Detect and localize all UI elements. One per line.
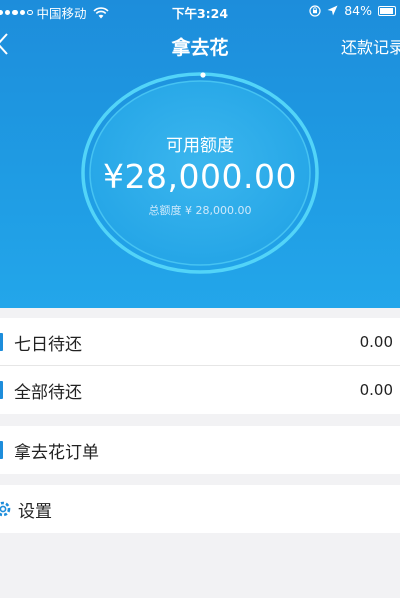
available-credit-amount: ¥28,000.00 [103, 157, 297, 196]
settings-label: 设置 [18, 501, 52, 522]
seven-day-due-value: 0.00 [359, 333, 393, 351]
battery-icon [378, 5, 396, 16]
row-marker [0, 381, 3, 399]
all-due-value: 0.00 [359, 381, 393, 399]
all-due-label: 全部待还 [14, 382, 82, 403]
list-item-orders[interactable]: 拿去花订单 [0, 426, 400, 474]
repayment-record-button[interactable]: 还款记录 [341, 34, 400, 58]
orders-group: 拿去花订单 [0, 426, 400, 474]
list-item-settings[interactable]: 设置 [0, 485, 400, 533]
gear-icon [0, 501, 11, 517]
row-marker [0, 441, 3, 459]
nav-bar: 拿去花 还款记录 [0, 28, 400, 62]
page-title: 拿去花 [171, 37, 229, 59]
settings-group: 设置 [0, 485, 400, 533]
available-credit-label: 可用额度 [166, 136, 234, 156]
orientation-lock-icon [309, 4, 321, 17]
seven-day-due-label: 七日待还 [14, 334, 82, 355]
orders-label: 拿去花订单 [14, 442, 99, 463]
total-credit-text: 总额度 ¥ 28,000.00 [148, 204, 252, 217]
credit-header: 中国移动 下午3:24 84% 拿去花 还款记录 可用额度 ¥28,000.00… [0, 0, 400, 308]
status-right: 84% [309, 3, 396, 18]
location-icon [327, 5, 338, 16]
list-item-all-due[interactable]: 全部待还 0.00 [0, 366, 400, 414]
list-item-seven-day-due[interactable]: 七日待还 0.00 [0, 318, 400, 366]
battery-percent: 84% [344, 3, 372, 18]
status-bar: 中国移动 下午3:24 84% [0, 0, 400, 22]
row-marker [0, 333, 3, 351]
due-group: 七日待还 0.00 全部待还 0.00 [0, 318, 400, 414]
